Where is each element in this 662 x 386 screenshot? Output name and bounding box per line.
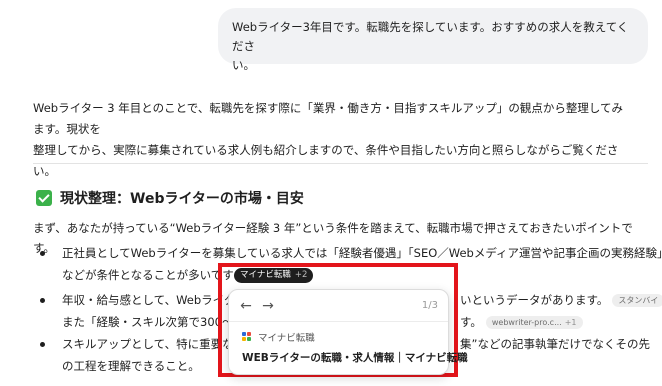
source-chip[interactable]: スタンバイ xyxy=(612,294,662,307)
user-message-line: い。 xyxy=(232,58,255,72)
bullet-text: す。 xyxy=(460,315,482,329)
assistant-intro: Webライター 3 年目とのことで、転職先を探す際に「業界・働き方・目指すスキル… xyxy=(33,98,633,182)
source-chip-label: webwriter-pro.c... xyxy=(491,318,562,327)
bullet-text: いというデータがあります。 xyxy=(460,293,609,307)
citation-chip-count: +2 xyxy=(294,270,308,280)
forward-arrow-button[interactable]: → xyxy=(259,297,277,315)
popover-link-title[interactable]: WEBライターの転職・求人情報｜マイナビ転職 xyxy=(242,350,468,365)
bullet-line: 集”などの記事執筆だけでなくその先 xyxy=(460,337,650,351)
bullet-dot xyxy=(40,342,45,347)
bullet-line: す。 webwriter-pro.c... +1 xyxy=(460,312,583,332)
bullet-dot xyxy=(40,251,45,256)
intro-line: Webライター 3 年目とのことで、転職先を探す際に「業界・働き方・目指すスキル… xyxy=(33,101,623,136)
popover-pager: 1/3 xyxy=(421,300,438,311)
source-chip-count: +1 xyxy=(564,318,577,327)
bullet-line: などが条件となることが多いです xyxy=(62,268,234,282)
bullet-line: スキルアップとして、特に重要な xyxy=(62,337,234,351)
bullet-line: いというデータがあります。 スタンバイ xyxy=(460,290,662,310)
citation-chip[interactable]: マイナビ転職 +2 xyxy=(234,268,314,283)
mynavi-favicon-icon xyxy=(242,331,253,343)
citation-popover: ← → 1/3 マイナビ転職 WEBライターの転職・求人情報｜マイナビ転職 xyxy=(228,289,468,375)
section-divider xyxy=(33,163,648,164)
back-arrow-button[interactable]: ← xyxy=(237,297,255,315)
user-message-bubble: Webライター3年目です。転職先を探しています。おすすめの求人を教えてくださ い… xyxy=(218,8,648,72)
popover-source-row: マイナビ転職 xyxy=(242,330,315,344)
popover-divider xyxy=(229,321,448,322)
intro-line: 整理してから、実際に募集されている求人例も紹介しますので、条件や目指したい方向と… xyxy=(33,143,619,178)
user-message-line: Webライター3年目です。転職先を探しています。おすすめの求人を教えてくださ xyxy=(232,20,629,53)
bullet-line: 正社員としてWebライターを募集している求人では「経験者優遇」「SEO／Webメ… xyxy=(62,246,662,260)
section-heading-text: 現状整理：Webライターの市場・目安 xyxy=(60,191,304,207)
bullet-dot xyxy=(40,298,45,303)
citation-chip-label: マイナビ転職 xyxy=(240,270,291,280)
popover-source-name: マイナビ転職 xyxy=(258,333,315,344)
section-heading: 現状整理：Webライターの市場・目安 xyxy=(36,186,304,210)
check-mark-icon xyxy=(36,190,52,206)
source-chip[interactable]: webwriter-pro.c... +1 xyxy=(485,316,583,329)
bullet-line: の工程を理解できること。 xyxy=(62,359,200,373)
